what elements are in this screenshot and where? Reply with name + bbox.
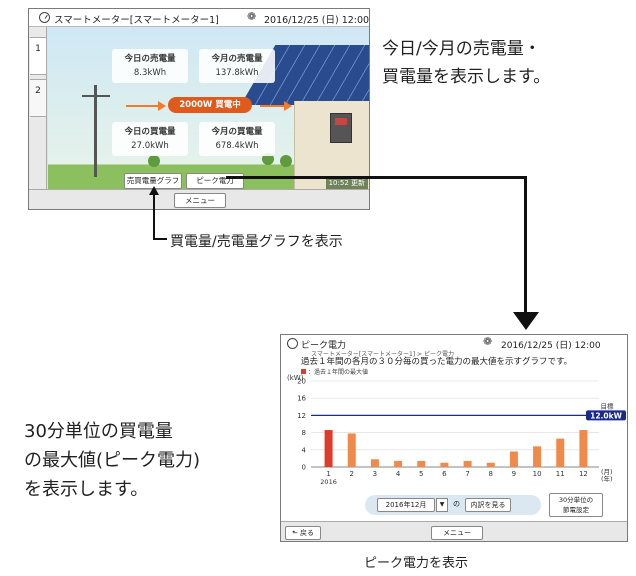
bar-1 [324,430,333,467]
caption-line: を表示します。 [24,479,149,500]
meter-box [330,113,352,143]
arrow-up-icon [149,186,159,195]
connector-line [153,238,167,240]
bar-3 [370,459,379,467]
arrow-down-icon [513,312,539,330]
x-tick-label: 10 [533,470,542,478]
bar-8 [486,462,495,467]
saving-setting-button[interactable]: 30分単位の 節電設定 [549,493,603,517]
x-tick-label: 1 [326,470,330,478]
caption-line: 30分単位の買電量 [24,421,173,442]
x-tick-label: 9 [512,470,516,478]
month-select[interactable]: 2016年12月 [377,498,435,512]
arrow-right-icon [284,101,292,111]
connector-line [153,188,155,240]
menu-button[interactable]: メニュー [431,526,483,540]
bar-9 [509,451,518,467]
card-month-sold: 今月の売電量 137.8kWh [199,49,275,83]
menu-button[interactable]: メニュー [174,193,226,208]
bar-4 [394,460,403,467]
smart-meter-screen: スマートメーター[スマートメーター1] ❁ 2016/12/25 (日) 12:… [28,8,370,210]
flow-arrow-line [126,105,160,107]
x-tick-label: 6 [442,470,447,478]
status-pill: 2000W 買電中 [168,97,252,113]
datetime: 2016/12/25 (日) 12:00 [501,341,601,351]
bar-7 [463,460,472,467]
tab-2[interactable]: 2 [30,79,47,117]
meter-icon [39,12,50,23]
tab-1[interactable]: 1 [30,37,47,75]
connector-line [226,176,526,179]
connector-line [524,176,527,314]
x-tick-label: 8 [489,470,493,478]
bar-10 [533,446,542,467]
x-tick-label: 4 [396,470,401,478]
target-value-label: 12.0kW [590,411,622,420]
bar-6 [440,462,449,467]
y-tick-label: 8 [302,429,306,437]
card-month-bought: 今月の買電量 678.4kWh [199,122,275,156]
x-tick-label: 11 [556,470,565,478]
utility-pole-arm [82,95,110,97]
x-tick-label: 2 [350,470,354,478]
y-tick-label: 0 [302,464,306,472]
bottom-caption: ピーク電力を表示 [364,556,469,571]
screen-title: スマートメーター[スマートメーター1] [54,15,219,26]
bar-5 [417,460,426,467]
y-tick-label: 12 [297,412,306,420]
plug-icon: ❁ [483,335,493,348]
caption-line: の最大値(ピーク電力) [24,450,201,471]
datetime: 2016/12/25 (日) 12:00 [264,15,370,26]
tree-icon [280,155,292,167]
caption-line: 今日/今月の売電量・ [382,39,541,59]
flow-arrow-line [260,105,286,107]
target-label: 目標 [601,401,615,410]
header-bar: スマートメーター[スマートメーター1] ❁ 2016/12/25 (日) 12:… [29,9,369,27]
peak-power-chart: (kW)0481216201 2 3 4 5 6 7 8 9 10 11 122016(月)(年)目標… [287,374,626,486]
setting-button-label: 節電設定 [563,506,589,514]
footer-bar: ⬑ 戻る メニュー [281,521,627,541]
tree-icon [148,155,160,167]
dropdown-arrow-icon[interactable]: ▼ [436,498,448,512]
utility-pole [94,85,97,177]
y-tick-label: 4 [302,446,307,454]
x-year-label: 2016 [320,478,337,486]
house-scene: 今日の売電量 8.3kWh 今月の売電量 137.8kWh 今日の買電量 27.… [48,27,369,189]
card-today-bought: 今日の買電量 27.0kWh [112,122,188,156]
meter-icon [287,338,298,349]
x-tick-label: 3 [373,470,377,478]
plug-icon: ❁ [247,10,257,23]
chart-controls: 2016年12月 ▼ の 内訳を見る [365,495,541,515]
no-label: の [453,500,460,508]
y-tick-label: 20 [297,378,306,386]
bar-11 [556,438,565,467]
chart-description: 過去１年間の各月の３０分毎の買った電力の最大値を示すグラフです。 [301,357,573,367]
x-tick-label: 5 [419,470,423,478]
card-today-sold: 今日の売電量 8.3kWh [112,49,188,83]
graph-caption: 買電量/売電量グラフを表示 [170,234,343,250]
arrow-right-icon [158,101,166,111]
bar-2 [347,433,356,467]
bar-12 [579,430,588,467]
x-tick-label: 12 [579,470,588,478]
back-button[interactable]: ⬑ 戻る [285,526,321,540]
x-tick-label: 7 [465,470,469,478]
footer-bar: メニュー [29,189,369,209]
y-tick-label: 16 [297,395,306,403]
breakdown-button[interactable]: 内訳を見る [465,498,511,512]
peak-power-screen: ピーク電力 スマートメーター[スマートメーター1] > ピーク電力 ❁ 2016… [280,334,628,542]
side-tabs: 1 2 [29,27,47,189]
x-unit-label: (年) [601,474,613,483]
setting-button-label: 30分単位の [558,496,594,504]
caption-line: 買電量を表示します。 [382,67,551,87]
